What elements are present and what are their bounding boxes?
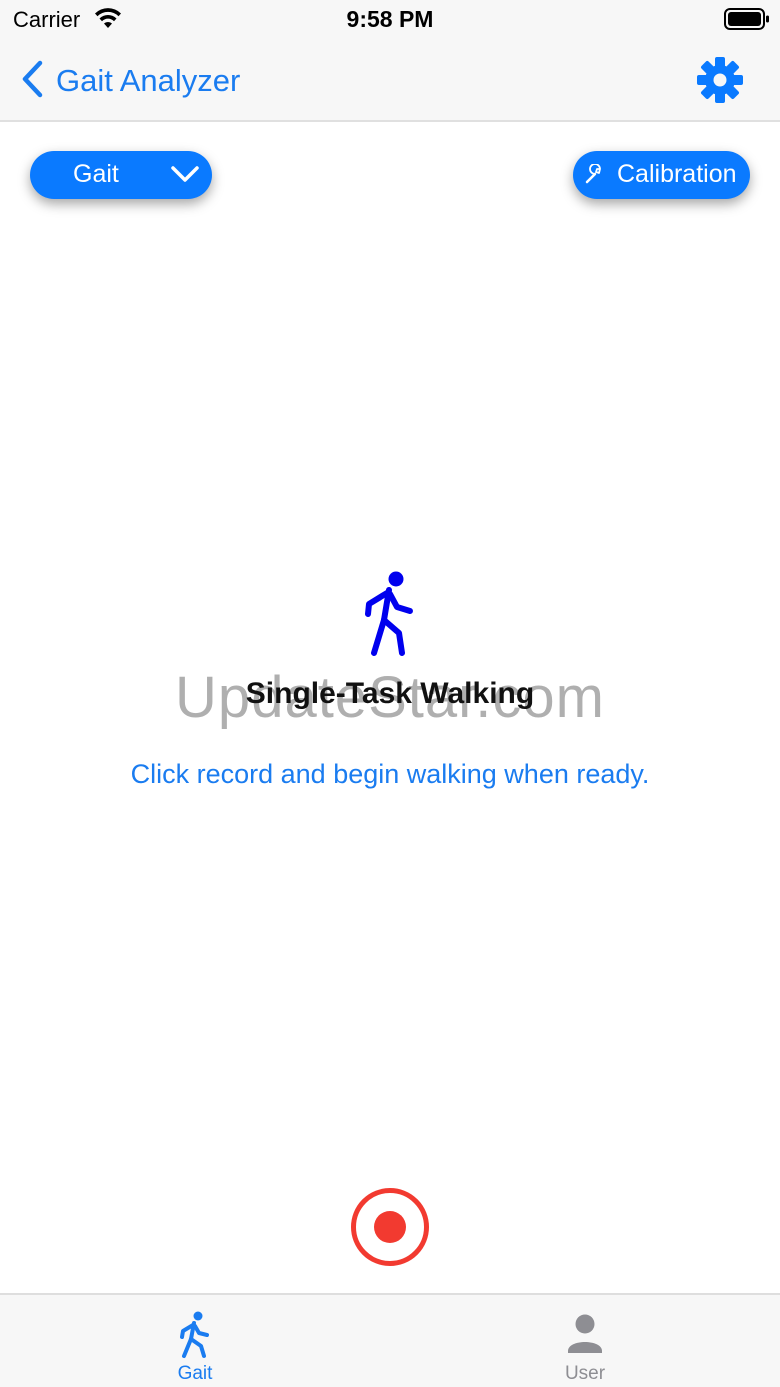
tab-gait-label: Gait — [177, 1363, 213, 1384]
chevron-left-icon — [20, 60, 44, 103]
task-title: Single-Task Walking — [245, 677, 535, 710]
settings-button[interactable] — [694, 54, 746, 106]
instruction-text: Click record and begin walking when read… — [130, 759, 650, 789]
calibration-label: Calibration — [617, 160, 737, 188]
clock: 9:58 PM — [346, 6, 434, 32]
mode-select-value: Gait — [73, 160, 119, 188]
back-label: Gait Analyzer — [56, 63, 241, 98]
record-button[interactable] — [351, 1188, 429, 1266]
tab-user[interactable]: User — [390, 1295, 780, 1387]
chevron-down-icon — [170, 163, 200, 190]
navigation-bar: Gait Analyzer — [0, 40, 780, 122]
tab-gait[interactable]: Gait — [0, 1295, 390, 1387]
wrench-icon — [583, 163, 605, 191]
back-button[interactable]: Gait Analyzer — [20, 58, 240, 104]
walking-person-icon — [175, 1311, 215, 1364]
person-icon — [565, 1311, 605, 1364]
record-icon — [374, 1211, 406, 1243]
walking-person-icon — [362, 571, 420, 662]
mode-select[interactable]: Gait — [30, 151, 212, 199]
tab-user-label: User — [564, 1363, 606, 1384]
calibration-button[interactable]: Calibration — [573, 151, 750, 199]
tab-bar: Gait User — [0, 1293, 780, 1387]
gear-icon — [694, 57, 746, 110]
status-bar: Carrier 9:58 PM — [0, 0, 780, 40]
battery-icon — [724, 8, 770, 35]
